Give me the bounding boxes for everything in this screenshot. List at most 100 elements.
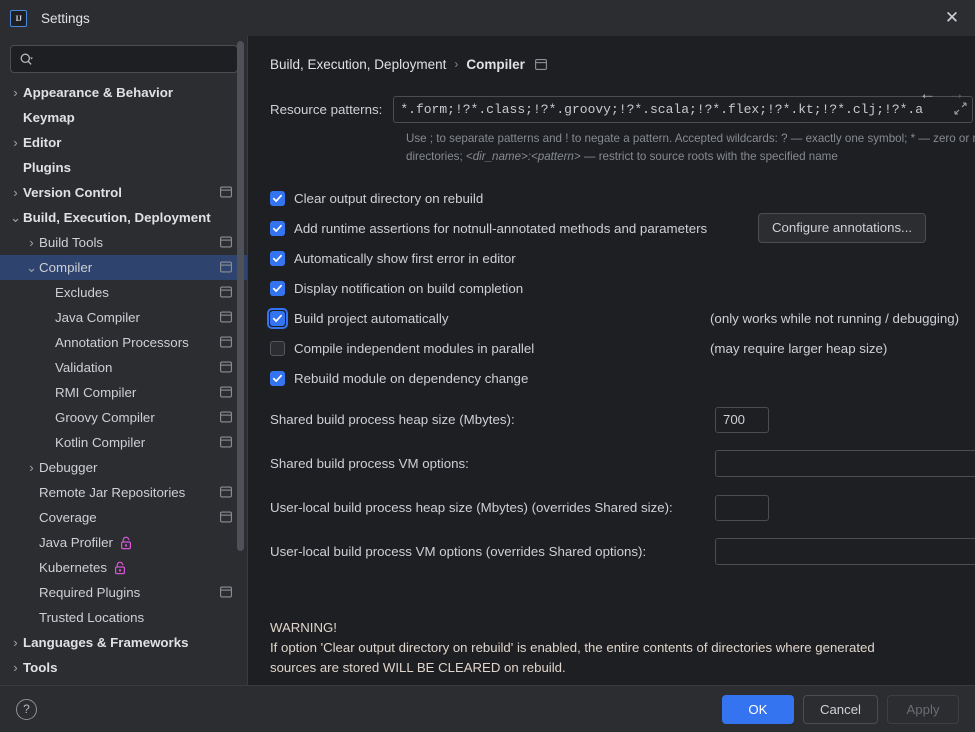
ok-button[interactable]: OK bbox=[721, 694, 794, 724]
sidebar-item-groovy-compiler[interactable]: Groovy Compiler bbox=[0, 405, 248, 430]
warning-block: WARNING! If option 'Clear output directo… bbox=[270, 618, 970, 677]
search-container bbox=[0, 36, 248, 80]
chevron-right-icon[interactable]: › bbox=[8, 660, 23, 675]
sidebar-item-rmi-compiler[interactable]: RMI Compiler bbox=[0, 380, 248, 405]
chevron-right-icon[interactable]: › bbox=[24, 460, 39, 475]
sidebar-item-java-compiler[interactable]: Java Compiler bbox=[0, 305, 248, 330]
input-user-local-build-process-heap-size-mbytes-overrides-shared-size[interactable] bbox=[715, 494, 769, 521]
sidebar-item-version-control[interactable]: › Version Control bbox=[0, 180, 248, 205]
input-user-local-build-process-vm-options-overrides-shared-options[interactable] bbox=[715, 538, 975, 566]
help-line-2-italic: <dir_name>:<pattern> bbox=[465, 149, 581, 163]
sidebar-item-label: Plugins bbox=[23, 160, 72, 175]
sidebar-item-editor[interactable]: › Editor bbox=[0, 130, 248, 155]
navigation-arrows: ← → bbox=[919, 85, 965, 102]
settings-sidebar: › Appearance & Behavior Keymap › Editor Plugi… bbox=[0, 36, 248, 685]
sidebar-item-label: Appearance & Behavior bbox=[23, 85, 174, 100]
checkbox-row-build-project-automatically[interactable]: Build project automatically (only works w… bbox=[267, 308, 975, 330]
field-row-user-local-build-process-vm-options-overrides-shared-options: User-local build process VM options (ove… bbox=[270, 538, 975, 566]
warning-title: WARNING! bbox=[270, 619, 337, 635]
checkbox-add-runtime-assertions-for-notnull-annotated-methods-and-parameters[interactable] bbox=[270, 221, 285, 237]
sidebar-item-coverage[interactable]: Coverage bbox=[0, 505, 248, 530]
sidebar-item-keymap[interactable]: Keymap bbox=[0, 105, 248, 130]
sidebar-item-build-tools[interactable]: › Build Tools bbox=[0, 230, 248, 255]
chevron-right-icon[interactable]: › bbox=[8, 635, 23, 650]
chevron-right-icon[interactable]: › bbox=[24, 235, 39, 250]
project-settings-marker-icon bbox=[220, 485, 232, 500]
configure-annotations-button[interactable]: Configure annotations... bbox=[758, 212, 927, 243]
sidebar-item-excludes[interactable]: Excludes bbox=[0, 280, 248, 305]
sidebar-item-label: Excludes bbox=[55, 285, 109, 300]
checkbox-label: Add runtime assertions for notnull-annot… bbox=[294, 221, 708, 237]
check-icon bbox=[272, 225, 282, 233]
checkbox-row-compile-independent-modules-in-parallel[interactable]: Compile independent modules in parallel (… bbox=[270, 338, 975, 360]
sidebar-item-java-profiler[interactable]: Java Profiler bbox=[0, 530, 248, 555]
chevron-down-icon[interactable]: ⌄ bbox=[8, 210, 23, 226]
chevron-right-icon[interactable]: › bbox=[8, 85, 23, 100]
breadcrumb-root[interactable]: Build, Execution, Deployment bbox=[270, 57, 446, 72]
sidebar-item-label: Java Compiler bbox=[55, 310, 140, 325]
chevron-down-icon[interactable]: ⌄ bbox=[24, 260, 39, 276]
checkbox-row-add-runtime-assertions-for-notnull-annotated-methods-and-parameters[interactable]: Add runtime assertions for notnull-annot… bbox=[270, 212, 975, 243]
sidebar-item-trusted-locations[interactable]: Trusted Locations bbox=[0, 605, 248, 630]
search-input[interactable] bbox=[39, 51, 229, 67]
sidebar-item-build-execution-deployment[interactable]: ⌄ Build, Execution, Deployment bbox=[0, 205, 248, 230]
checkbox-row-clear-output-directory-on-rebuild[interactable]: Clear output directory on rebuild bbox=[270, 188, 975, 210]
sidebar-item-compiler[interactable]: ⌄ Compiler bbox=[0, 255, 248, 280]
sidebar-item-label: Tools bbox=[23, 660, 58, 675]
help-button[interactable]: ? bbox=[16, 698, 37, 720]
sidebar-item-plugins[interactable]: Plugins bbox=[0, 155, 248, 180]
sidebar-item-tools[interactable]: › Tools bbox=[0, 655, 248, 680]
expand-editor-icon[interactable] bbox=[954, 101, 967, 118]
sidebar-item-remote-jar-repositories[interactable]: Remote Jar Repositories bbox=[0, 480, 248, 505]
sidebar-item-label: Kubernetes bbox=[39, 560, 108, 575]
project-settings-marker-icon bbox=[220, 335, 232, 350]
check-icon bbox=[272, 315, 282, 323]
sidebar-item-annotation-processors[interactable]: Annotation Processors bbox=[0, 330, 248, 355]
checkbox-clear-output-directory-on-rebuild[interactable] bbox=[270, 191, 285, 207]
sidebar-item-label: Coverage bbox=[39, 510, 97, 525]
sidebar-item-appearance-behavior[interactable]: › Appearance & Behavior bbox=[0, 80, 248, 105]
help-line-3: source roots with the specified name bbox=[649, 149, 838, 163]
compiler-options-group: Clear output directory on rebuild Add run… bbox=[267, 188, 975, 390]
checkbox-rebuild-module-on-dependency-change[interactable] bbox=[270, 371, 285, 387]
project-settings-marker-icon bbox=[220, 410, 232, 425]
project-settings-marker-icon bbox=[220, 310, 232, 325]
resource-patterns-value: *.form;!?*.class;!?*.groovy;!?*.scala;!?… bbox=[400, 102, 924, 117]
checkbox-build-project-automatically[interactable] bbox=[267, 308, 288, 330]
check-icon bbox=[272, 285, 282, 293]
sidebar-item-debugger[interactable]: › Debugger bbox=[0, 455, 248, 480]
chevron-right-icon[interactable]: › bbox=[8, 135, 23, 150]
settings-content-pane: Build, Execution, Deployment › Compiler … bbox=[248, 36, 975, 685]
sidebar-item-validation[interactable]: Validation bbox=[0, 355, 248, 380]
checkbox-row-display-notification-on-build-completion[interactable]: Display notification on build completion bbox=[270, 278, 975, 300]
input-shared-build-process-heap-size-mbytes[interactable] bbox=[715, 406, 769, 433]
apply-button[interactable]: Apply bbox=[887, 694, 959, 724]
close-icon[interactable]: ✕ bbox=[929, 0, 975, 36]
breadcrumb-current: Compiler bbox=[466, 56, 525, 72]
project-settings-marker-icon bbox=[220, 235, 232, 250]
search-box[interactable] bbox=[10, 45, 238, 73]
checkbox-display-notification-on-build-completion[interactable] bbox=[270, 281, 285, 297]
breadcrumb: Build, Execution, Deployment › Compiler bbox=[270, 49, 975, 79]
arrow-left-icon[interactable]: ← bbox=[919, 85, 936, 102]
check-icon bbox=[272, 195, 282, 203]
checkbox-compile-independent-modules-in-parallel[interactable] bbox=[270, 341, 285, 357]
cancel-button[interactable]: Cancel bbox=[802, 694, 878, 724]
checkbox-row-automatically-show-first-error-in-editor[interactable]: Automatically show first error in editor bbox=[270, 248, 975, 270]
chevron-right-icon[interactable]: › bbox=[8, 185, 23, 200]
sidebar-item-label: RMI Compiler bbox=[55, 385, 137, 400]
sidebar-scrollbar-thumb[interactable] bbox=[237, 41, 244, 551]
input-shared-build-process-vm-options[interactable] bbox=[715, 450, 975, 478]
sidebar-item-required-plugins[interactable]: Required Plugins bbox=[0, 580, 248, 605]
sidebar-item-label: Version Control bbox=[23, 185, 122, 200]
sidebar-item-kotlin-compiler[interactable]: Kotlin Compiler bbox=[0, 430, 248, 455]
resource-patterns-input[interactable]: *.form;!?*.class;!?*.groovy;!?*.scala;!?… bbox=[393, 96, 974, 123]
sidebar-item-languages-frameworks[interactable]: › Languages & Frameworks bbox=[0, 630, 248, 655]
sidebar-item-kubernetes[interactable]: Kubernetes bbox=[0, 555, 248, 580]
sidebar-item-label: Kotlin Compiler bbox=[55, 435, 146, 450]
sidebar-item-label: Annotation Processors bbox=[55, 335, 189, 350]
checkbox-automatically-show-first-error-in-editor[interactable] bbox=[270, 251, 285, 267]
arrow-right-icon[interactable]: → bbox=[948, 85, 965, 102]
check-icon bbox=[272, 255, 282, 263]
checkbox-row-rebuild-module-on-dependency-change[interactable]: Rebuild module on dependency change bbox=[270, 368, 975, 390]
